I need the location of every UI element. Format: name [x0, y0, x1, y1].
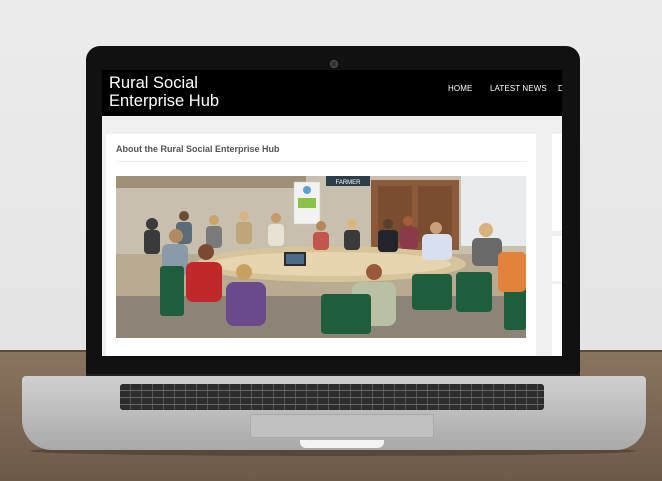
sidebar-widget-3: [552, 284, 562, 356]
keyboard-row-divider: [120, 397, 544, 398]
meeting-photo: FARMER: [116, 176, 526, 338]
browser-viewport: Rural Social Enterprise Hub HOME LATEST …: [102, 70, 562, 356]
keyboard-row-divider: [120, 404, 544, 405]
keyboard-row-divider: [120, 390, 544, 391]
site-title[interactable]: Rural Social Enterprise Hub: [109, 74, 219, 110]
site-title-line-2: Enterprise Hub: [109, 92, 220, 110]
site-header: Rural Social Enterprise Hub HOME LATEST …: [102, 70, 562, 116]
sidebar-widget-1: [552, 134, 562, 231]
sidebar-widget-2: [552, 236, 562, 281]
section-heading: About the Rural Social Enterprise Hub: [116, 144, 280, 154]
photo-sign-text: FARMER: [335, 180, 361, 186]
nav-latest-news[interactable]: LATEST NEWS: [490, 84, 547, 93]
site-title-line-1: Rural Social: [109, 74, 198, 92]
nav-home[interactable]: HOME: [448, 84, 472, 93]
trackpad: [250, 414, 434, 438]
webcam-icon: [330, 60, 338, 68]
nav-more[interactable]: D: [558, 84, 562, 93]
logo-icon: [303, 186, 311, 194]
heading-divider: [116, 161, 526, 162]
about-section: About the Rural Social Enterprise Hub FA…: [106, 134, 536, 356]
laptop-front-lip: [300, 440, 384, 448]
